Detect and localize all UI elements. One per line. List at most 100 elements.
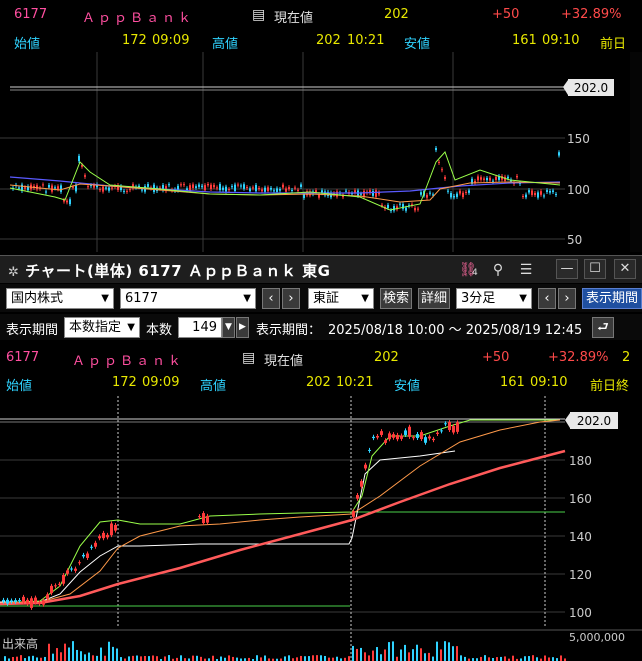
top-open-time: 09:09 (152, 33, 190, 48)
bottom-high-price: 202 (306, 375, 331, 390)
volume-bars (4, 641, 566, 661)
volume-bar (440, 649, 442, 661)
chevron-left-icon: ‹ (544, 291, 550, 306)
volume-bar (392, 641, 394, 661)
bottom-open-label: 始値 (6, 379, 33, 394)
volume-bar (116, 648, 118, 661)
caret-down-icon: ▼ (225, 322, 232, 332)
bottom-axis-label: 160 (569, 492, 592, 506)
code-input[interactable]: 6177 ▼ (120, 288, 256, 309)
top-low-label: 安値 (404, 37, 431, 52)
bottom-high-label: 高値 (200, 379, 227, 394)
interval-select[interactable]: 3分足 ▼ (456, 288, 532, 309)
range-value: 2025/08/18 10:00 ～ 2025/08/19 12:45 (328, 323, 583, 338)
top-quote-row-1: 6177 ＡｐｐＢａｎｋ ▤ 現在値 202 +50 +32.89% (0, 4, 642, 26)
prev-interval-button[interactable]: ‹ (538, 288, 556, 309)
count-stepper-right[interactable]: ▶ (236, 317, 249, 338)
volume-bar (228, 655, 230, 661)
volume-bar (528, 656, 530, 661)
volume-bar (16, 656, 18, 661)
volume-bar (88, 652, 90, 661)
volume-bar (328, 657, 330, 661)
search-icon[interactable]: ⚲ (488, 260, 508, 280)
bottom-quote-row-1: 6177 ＡｐｐＢａｎｋ ▤ 現在値 202 +50 +32.89% 2 (0, 347, 642, 369)
volume-bar (236, 657, 238, 661)
volume-bar (544, 655, 546, 661)
market-select[interactable]: 国内株式 ▼ (6, 288, 114, 309)
top-price-chart[interactable]: 202.0 150 100 50 (0, 52, 642, 252)
menu-icon[interactable]: ☰ (516, 260, 536, 280)
toolbar-main: 国内株式 ▼ 6177 ▼ ‹ › 東証 ▼ 検索 詳細 3分足 ▼ ‹ › 表示期間 (0, 284, 642, 312)
period-label: 表示期間 (6, 323, 59, 338)
search-button[interactable]: 検索 (380, 288, 412, 309)
volume-bar (536, 657, 538, 661)
volume-bar (32, 655, 34, 661)
chevron-right-icon: › (564, 291, 570, 306)
top-axis-label: 100 (567, 183, 590, 197)
bottom-change: +50 (482, 350, 510, 365)
bottom-current-price: 202 (374, 350, 399, 365)
volume-axis-label: 5,000,000 (569, 631, 625, 644)
return-button[interactable]: ⮐ (592, 317, 614, 338)
volume-bar (488, 657, 490, 661)
bottom-high-time: 10:21 (336, 375, 374, 390)
bottom-price-tag-text: 202.0 (577, 414, 611, 428)
count-input[interactable]: 149 (178, 317, 222, 338)
top-current-price: 202 (384, 7, 409, 22)
bottom-price-chart[interactable]: 202.0 180 160 140 120 100 出来高 5,000,000 (0, 396, 642, 661)
top-axis-label: 50 (567, 233, 582, 247)
volume-bar (136, 655, 138, 661)
period-mode-select[interactable]: 本数指定 ▼ (64, 317, 140, 338)
volume-bar (404, 644, 406, 661)
volume-bar (232, 656, 234, 661)
window-titlebar: ✲ チャート(単体) 6177 ＡｐｐＢａｎｋ 東G ⛓ 4 ⚲ ☰ — ☐ ✕ (0, 255, 642, 283)
minimize-button[interactable]: — (556, 259, 578, 279)
volume-bar (428, 652, 430, 661)
volume-bar (60, 652, 62, 661)
count-stepper-down[interactable]: ▼ (222, 317, 235, 338)
volume-bar (104, 655, 106, 661)
bottom-ma-long (0, 449, 566, 606)
top-prev-label: 前日 (600, 37, 627, 52)
exchange-select[interactable]: 東証 ▼ (308, 288, 374, 309)
next-code-button[interactable]: › (282, 288, 300, 309)
volume-bar (332, 657, 334, 661)
close-button[interactable]: ✕ (614, 259, 636, 279)
next-interval-button[interactable]: › (558, 288, 576, 309)
prev-code-button[interactable]: ‹ (262, 288, 280, 309)
period-mode-value: 本数指定 (69, 320, 122, 335)
volume-bar (156, 656, 158, 661)
volume-bar (336, 656, 338, 661)
volume-bar (532, 655, 534, 661)
volume-bar (20, 655, 22, 661)
volume-bar (356, 648, 358, 661)
volume-bar (296, 657, 298, 661)
count-label: 本数 (146, 323, 173, 338)
volume-bar (424, 653, 426, 661)
volume-bar (372, 650, 374, 661)
volume-bar (44, 656, 46, 661)
volume-bar (432, 656, 434, 661)
link-badge: 4 (472, 268, 478, 278)
bottom-open-time: 09:09 (142, 375, 180, 390)
top-price-tag-text: 202.0 (574, 81, 608, 95)
display-period-button[interactable]: 表示期間 (582, 288, 642, 309)
volume-bar (140, 656, 142, 661)
detail-button[interactable]: 詳細 (418, 288, 450, 309)
volume-bar (396, 656, 398, 661)
volume-bar (132, 655, 134, 661)
volume-bar (220, 656, 222, 661)
volume-bar (480, 656, 482, 661)
volume-bar (308, 656, 310, 661)
volume-bar (284, 656, 286, 661)
volume-bar (260, 657, 262, 661)
volume-bar (96, 655, 98, 661)
volume-bar (324, 655, 326, 661)
restore-button[interactable]: ☐ (584, 259, 606, 279)
chevron-down-icon: ▼ (243, 293, 251, 304)
volume-bar (168, 655, 170, 661)
top-open-price: 172 (122, 33, 147, 48)
bottom-stock-name: ＡｐｐＢａｎｋ (72, 354, 185, 369)
pin-icon[interactable]: ✲ (8, 265, 19, 280)
return-icon: ⮐ (597, 320, 609, 335)
